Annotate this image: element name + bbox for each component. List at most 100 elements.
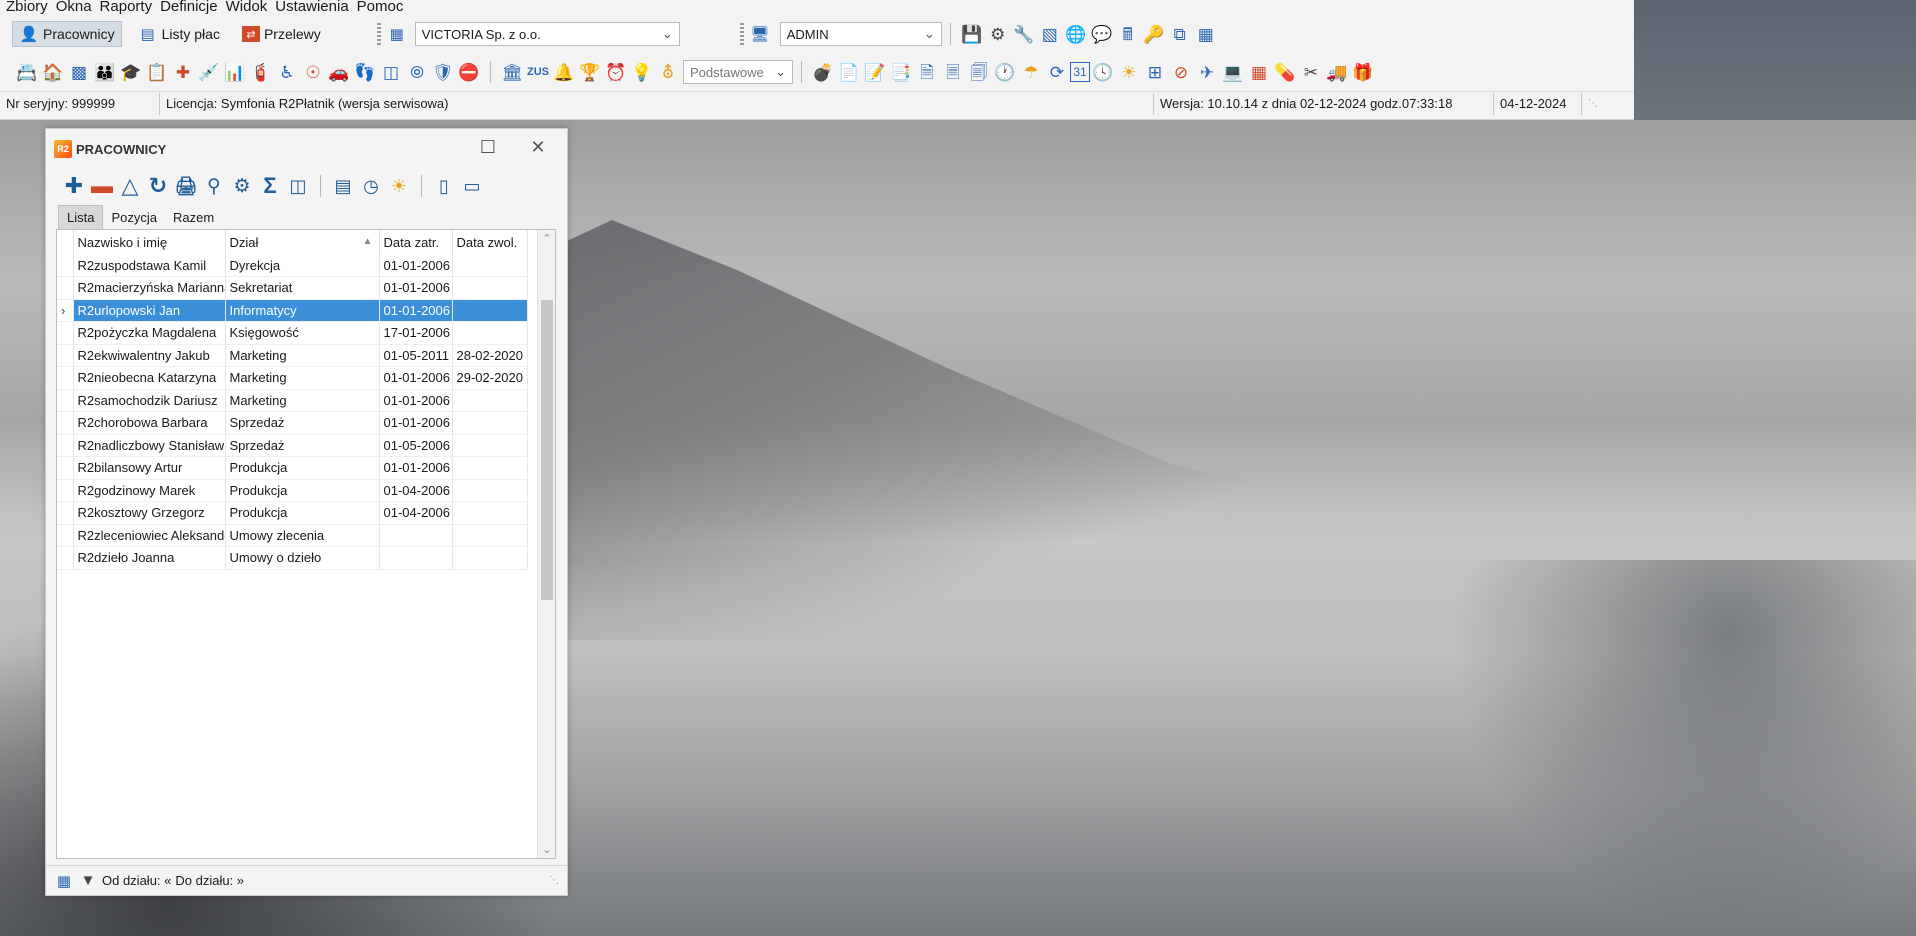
table-layout-icon[interactable]: ▦ <box>1193 21 1219 47</box>
termination-date-cell[interactable] <box>452 276 528 300</box>
department-cell[interactable]: Produkcja <box>225 501 380 525</box>
bank-icon[interactable]: 🏛 <box>499 59 525 85</box>
doc-copy-icon[interactable]: 🗎 <box>914 59 940 85</box>
tools-icon[interactable]: ⚙ <box>985 21 1011 47</box>
nav-pracownicy-button[interactable]: 👤 Pracownicy <box>12 21 122 47</box>
car-icon[interactable]: 🚗 <box>326 59 352 85</box>
hire-date-cell[interactable]: 01-01-2006 <box>379 456 453 480</box>
wrench-icon[interactable]: 🔧 <box>1011 21 1037 47</box>
monitor-icon[interactable]: ▭ <box>458 172 486 200</box>
spiral-icon[interactable]: ⦾ <box>404 59 430 85</box>
doc-list-icon[interactable]: 📑 <box>888 59 914 85</box>
termination-date-cell[interactable] <box>452 479 528 502</box>
termination-date-cell[interactable] <box>452 254 528 277</box>
scroll-up-icon[interactable]: ⌃ <box>538 232 556 245</box>
employee-name-cell[interactable]: R2macierzyńska Marianna <box>73 276 226 300</box>
tab-pozycja[interactable]: Pozycja <box>103 206 165 229</box>
calculator-icon[interactable]: 🖩 <box>1115 21 1141 47</box>
doc-person-icon[interactable]: 📄 <box>836 59 862 85</box>
table-row[interactable]: R2macierzyńska Marianna Sekretariat 01-01-… <box>57 276 528 300</box>
resize-grip-icon[interactable]: ⋱ <box>1582 93 1604 115</box>
table-row[interactable]: R2chorobowa Barbara Sprzedaż 01-01-2006 <box>57 411 528 435</box>
remove-icon[interactable]: ▬ <box>88 172 116 200</box>
employee-name-cell[interactable]: R2chorobowa Barbara <box>73 411 226 435</box>
hire-date-cell[interactable]: 01-01-2006 <box>379 276 453 300</box>
message-icon[interactable]: 💬 <box>1089 21 1115 47</box>
clipboard-icon[interactable]: 📋 <box>144 59 170 85</box>
edit-icon[interactable]: △ <box>116 172 144 200</box>
blocks-icon[interactable]: ▦ <box>1246 59 1272 85</box>
plus-box-icon[interactable]: ⊞ <box>1142 59 1168 85</box>
department-cell[interactable]: Umowy zlecenia <box>225 524 380 547</box>
department-cell[interactable]: Umowy o dzieło <box>225 546 380 570</box>
department-cell[interactable]: Marketing <box>225 344 380 367</box>
hire-date-cell[interactable] <box>379 546 453 570</box>
hire-date-cell[interactable]: 01-01-2006 <box>379 254 453 277</box>
scrollbar-thumb[interactable] <box>541 300 553 600</box>
table-row[interactable]: R2zleceniowiec Aleksander Umowy zlecenia <box>57 524 528 547</box>
employee-name-cell[interactable]: R2zuspodstawa Kamil <box>73 254 226 277</box>
save-icon[interactable]: 💾 <box>959 21 985 47</box>
employee-name-cell[interactable]: R2kosztowy Grzegorz <box>73 501 226 525</box>
employee-name-cell[interactable]: R2urlopowski Jan <box>73 299 226 322</box>
employee-name-cell[interactable]: R2bilansowy Artur <box>73 456 226 480</box>
bell-icon[interactable]: 🔔 <box>551 59 577 85</box>
bomb-icon[interactable]: 💣 <box>810 59 836 85</box>
hire-date-cell[interactable]: 01-01-2006 <box>379 366 453 390</box>
department-cell[interactable]: Dyrekcja <box>225 254 380 277</box>
table-row[interactable]: R2zuspodstawa Kamil Dyrekcja 01-01-2006 <box>57 254 528 277</box>
sum-icon[interactable]: Σ <box>256 172 284 200</box>
key-icon[interactable]: 🔑 <box>1141 21 1167 47</box>
termination-date-cell[interactable] <box>452 546 528 570</box>
doc-calc-icon[interactable]: 🗐 <box>966 59 992 85</box>
tab-razem[interactable]: Razem <box>165 206 222 229</box>
window-titlebar[interactable]: R2 PRACOWNICY ☐ ✕ <box>46 129 567 169</box>
department-cell[interactable]: Produkcja <box>225 479 380 502</box>
gift-icon[interactable]: 🎁 <box>1350 59 1376 85</box>
sun-add-icon[interactable]: ☀ <box>385 172 413 200</box>
table-row[interactable]: R2ekwiwalentny Jakub Marketing 01-05-2011 2… <box>57 344 528 367</box>
calendar-icon[interactable]: 31 <box>1070 62 1090 82</box>
column-header-department[interactable]: Dział ▲ <box>225 230 380 254</box>
clock-icon[interactable]: 🕓 <box>1090 59 1116 85</box>
sun-icon[interactable]: ☀ <box>1116 59 1142 85</box>
doc-clock-icon[interactable]: 🕐 <box>992 59 1018 85</box>
employee-name-cell[interactable]: R2ekwiwalentny Jakub <box>73 344 226 367</box>
scissors-icon[interactable]: ✂ <box>1298 59 1324 85</box>
airplane-icon[interactable]: ✈ <box>1194 59 1220 85</box>
department-cell[interactable]: Sprzedaż <box>225 411 380 435</box>
department-cell[interactable]: Informatycy <box>225 299 380 322</box>
search-icon[interactable]: ⚲ <box>200 172 228 200</box>
chart-settings-icon[interactable]: ▧ <box>1037 21 1063 47</box>
tab-lista[interactable]: Lista <box>58 205 104 229</box>
resize-grip-icon[interactable]: ⋱ <box>549 875 559 886</box>
department-cell[interactable]: Marketing <box>225 389 380 412</box>
add-icon[interactable]: ✚ <box>60 172 88 200</box>
termination-date-cell[interactable] <box>452 411 528 435</box>
medical-kit-icon[interactable]: ✚ <box>170 59 196 85</box>
columns-icon[interactable]: ◫ <box>284 172 312 200</box>
umbrella-icon[interactable]: ☂ <box>1018 59 1044 85</box>
graduation-icon[interactable]: 🎓 <box>118 59 144 85</box>
syringe-icon[interactable]: 💉 <box>196 59 222 85</box>
table-row[interactable]: › R2urlopowski Jan Informatycy 01-01-2006 <box>57 299 528 322</box>
hire-date-cell[interactable]: 01-04-2006 <box>379 479 453 502</box>
company-select[interactable]: VICTORIA Sp. z o.o. ⌄ <box>414 22 680 46</box>
column-header-termination-date[interactable]: Data zwol. <box>452 230 528 254</box>
monitor-icon[interactable]: 💻 <box>1220 59 1246 85</box>
department-cell[interactable]: Księgowość <box>225 321 380 345</box>
alarm-clock-icon[interactable]: ⏰ <box>603 59 629 85</box>
termination-date-cell[interactable]: 29-02-2020 <box>452 366 528 390</box>
termination-date-cell[interactable]: 28-02-2020 <box>452 344 528 367</box>
id-card-icon[interactable]: ▩ <box>66 59 92 85</box>
hire-date-cell[interactable]: 01-05-2011 <box>379 344 453 367</box>
lifebuoy-icon[interactable]: ☉ <box>300 59 326 85</box>
fire-extinguisher-icon[interactable]: 🧯 <box>248 59 274 85</box>
print-icon[interactable]: 🖨 <box>172 172 200 200</box>
hire-date-cell[interactable] <box>379 524 453 547</box>
table-row[interactable]: R2dzieło Joanna Umowy o dzieło <box>57 546 528 570</box>
wheelchair-icon[interactable]: ♿ <box>274 59 300 85</box>
table-row[interactable]: R2kosztowy Grzegorz Produkcja 01-04-2006 <box>57 501 528 525</box>
coins-icon[interactable]: ⛢ <box>655 59 681 85</box>
view-mode-select[interactable]: Podstawowe ⌄ <box>683 60 793 84</box>
